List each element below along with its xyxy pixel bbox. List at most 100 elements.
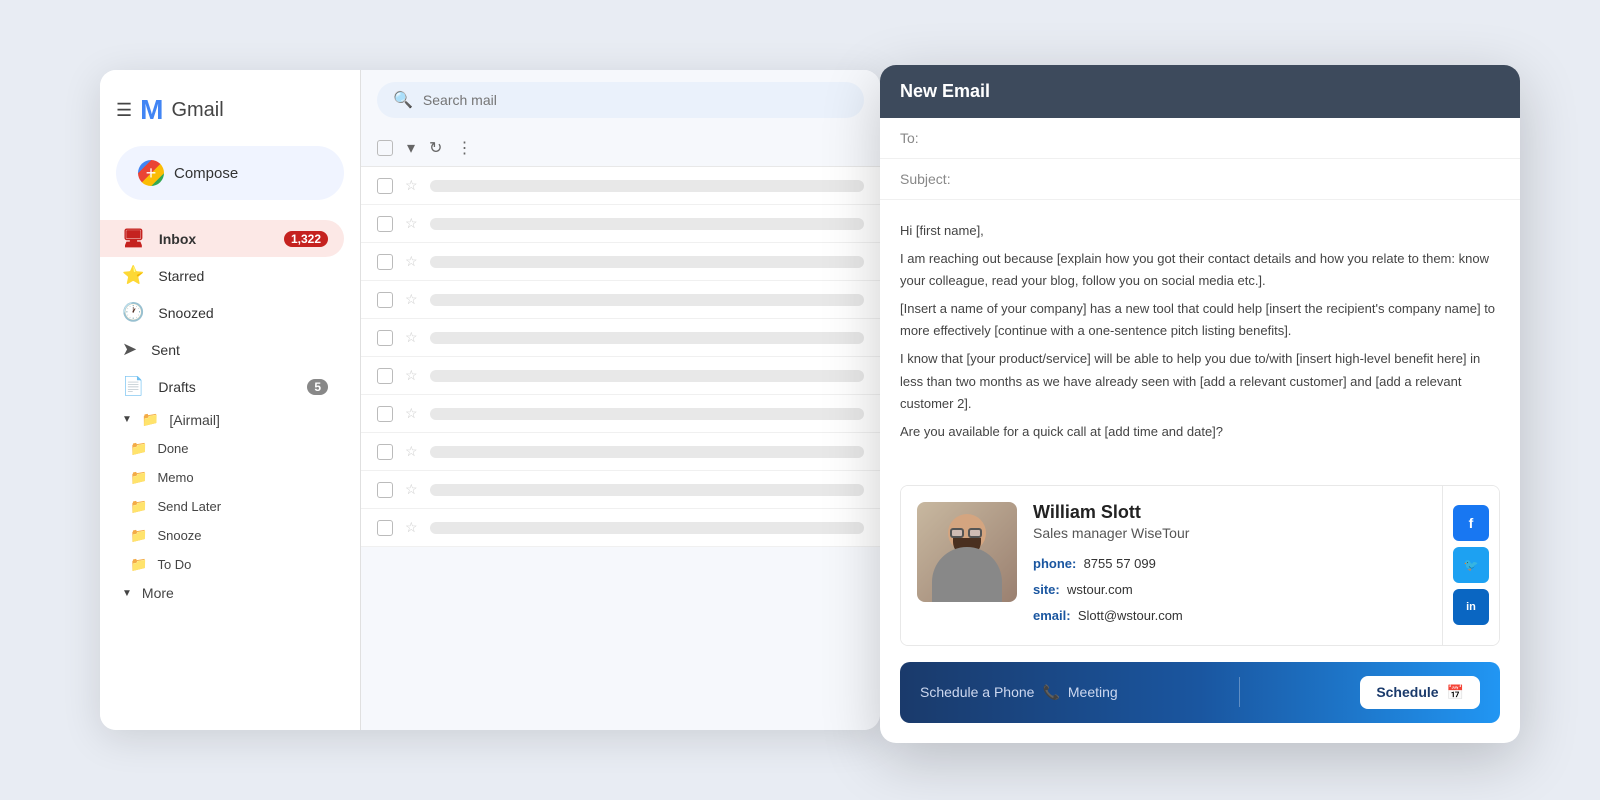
new-email-modal: New Email To: Subject: Hi [first name], …	[880, 65, 1520, 743]
mail-row-content	[430, 522, 864, 534]
more-label: More	[142, 585, 174, 601]
starred-icon: ⭐	[122, 265, 144, 286]
mail-row-content	[430, 218, 864, 230]
gmail-sidebar: ☰ M Gmail + Compose 🖥 Inbox 1,322 ⭐ Star…	[100, 70, 360, 730]
star-icon[interactable]: ☆	[405, 253, 418, 270]
send-later-label: Send Later	[157, 499, 221, 514]
sidebar-item-done[interactable]: 📁 Done	[100, 434, 360, 463]
mail-checkbox[interactable]	[377, 216, 393, 232]
schedule-button[interactable]: Schedule 📅	[1360, 676, 1480, 709]
mail-row[interactable]: ☆	[361, 167, 880, 205]
sig-site-row: site: wstour.com	[1033, 577, 1426, 603]
sent-label: Sent	[151, 342, 180, 358]
mail-row[interactable]: ☆	[361, 395, 880, 433]
linkedin-social-btn[interactable]: in	[1453, 589, 1489, 625]
modal-title: New Email	[900, 81, 990, 102]
sidebar-item-send-later[interactable]: 📁 Send Later	[100, 492, 360, 521]
inbox-badge: 1,322	[284, 231, 328, 247]
sidebar-item-inbox[interactable]: 🖥 Inbox 1,322	[100, 220, 344, 257]
star-icon[interactable]: ☆	[405, 329, 418, 346]
signature-info: William Slott Sales manager WiseTour pho…	[901, 486, 1442, 645]
subject-field[interactable]: Subject:	[880, 159, 1520, 200]
star-icon[interactable]: ☆	[405, 367, 418, 384]
person-body	[932, 547, 1002, 602]
refresh-icon[interactable]: ↻	[429, 138, 442, 158]
todo-folder-icon: 📁	[130, 556, 147, 573]
mail-checkbox[interactable]	[377, 368, 393, 384]
more-chevron-icon: ▼	[122, 588, 132, 599]
phone-icon: 📞	[1042, 684, 1059, 701]
search-input[interactable]	[423, 92, 848, 108]
select-all-checkbox[interactable]	[377, 140, 393, 156]
star-icon[interactable]: ☆	[405, 519, 418, 536]
sig-social: f 🐦 in	[1442, 486, 1499, 645]
more-options-icon[interactable]: ⋮	[456, 138, 472, 158]
star-icon[interactable]: ☆	[405, 215, 418, 232]
sidebar-item-snoozed[interactable]: 🕐 Snoozed	[100, 294, 344, 331]
star-icon[interactable]: ☆	[405, 405, 418, 422]
airmail-folder-header[interactable]: ▼ 📁 [Airmail]	[100, 405, 360, 434]
to-label: To:	[900, 130, 919, 146]
snoozed-icon: 🕐	[122, 302, 144, 323]
compose-plus-icon: +	[138, 160, 164, 186]
sidebar-item-memo[interactable]: 📁 Memo	[100, 463, 360, 492]
mail-checkbox[interactable]	[377, 292, 393, 308]
gmail-main-area: 🔍 ▾ ↻ ⋮ ☆ ☆ ☆ ☆ ☆ ☆ ☆ ☆ ☆ ☆	[360, 70, 880, 730]
sidebar-item-todo[interactable]: 📁 To Do	[100, 550, 360, 579]
body-line3: I know that [your product/service] will …	[900, 348, 1500, 414]
to-field[interactable]: To:	[880, 118, 1520, 159]
search-icon: 🔍	[393, 90, 413, 110]
mail-checkbox[interactable]	[377, 482, 393, 498]
mail-checkbox[interactable]	[377, 406, 393, 422]
body-line4: Are you available for a quick call at [a…	[900, 421, 1500, 443]
mail-checkbox[interactable]	[377, 254, 393, 270]
sidebar-item-starred[interactable]: ⭐ Starred	[100, 257, 344, 294]
gmail-logo-text: Gmail	[171, 99, 223, 122]
star-icon[interactable]: ☆	[405, 481, 418, 498]
mail-row-content	[430, 332, 864, 344]
collapse-icon: ▼	[122, 414, 132, 425]
mail-row-content	[430, 294, 864, 306]
inbox-label: Inbox	[159, 231, 196, 247]
sig-phone-row: phone: 8755 57 099	[1033, 551, 1426, 577]
mail-row[interactable]: ☆	[361, 205, 880, 243]
compose-button[interactable]: + Compose	[116, 146, 344, 200]
mail-row-content	[430, 256, 864, 268]
facebook-social-btn[interactable]: f	[1453, 505, 1489, 541]
star-icon[interactable]: ☆	[405, 291, 418, 308]
email-body: Hi [first name], I am reaching out becau…	[880, 200, 1520, 469]
mail-checkbox[interactable]	[377, 330, 393, 346]
mail-row[interactable]: ☆	[361, 471, 880, 509]
mail-row[interactable]: ☆	[361, 281, 880, 319]
sidebar-item-snooze[interactable]: 📁 Snooze	[100, 521, 360, 550]
mail-row[interactable]: ☆	[361, 509, 880, 547]
dropdown-icon[interactable]: ▾	[407, 138, 415, 158]
sidebar-more[interactable]: ▼ More	[100, 579, 360, 607]
drafts-label: Drafts	[158, 379, 195, 395]
menu-icon[interactable]: ☰	[116, 100, 132, 121]
sidebar-item-sent[interactable]: ➤ Sent	[100, 331, 344, 368]
mail-checkbox[interactable]	[377, 178, 393, 194]
mail-checkbox[interactable]	[377, 444, 393, 460]
star-icon[interactable]: ☆	[405, 443, 418, 460]
search-bar[interactable]: 🔍	[377, 82, 864, 118]
gmail-logo-row: ☰ M Gmail	[100, 86, 360, 146]
mail-row[interactable]: ☆	[361, 243, 880, 281]
inbox-icon: 🖥	[122, 228, 145, 249]
memo-label: Memo	[157, 470, 193, 485]
email-signature: William Slott Sales manager WiseTour pho…	[900, 485, 1500, 646]
mail-row[interactable]: ☆	[361, 433, 880, 471]
linkedin-icon: in	[1466, 601, 1476, 613]
signature-details: William Slott Sales manager WiseTour pho…	[1033, 502, 1426, 629]
body-line2: [Insert a name of your company] has a ne…	[900, 298, 1500, 342]
mail-row[interactable]: ☆	[361, 319, 880, 357]
sidebar-item-drafts[interactable]: 📄 Drafts 5	[100, 368, 344, 405]
twitter-social-btn[interactable]: 🐦	[1453, 547, 1489, 583]
mail-checkbox[interactable]	[377, 520, 393, 536]
mail-row[interactable]: ☆	[361, 357, 880, 395]
schedule-left: Schedule a Phone 📞 Meeting	[920, 684, 1118, 701]
star-icon[interactable]: ☆	[405, 177, 418, 194]
drafts-icon: 📄	[122, 376, 144, 397]
schedule-text: Schedule a Phone	[920, 684, 1034, 700]
gmail-m-logo: M	[140, 94, 163, 126]
